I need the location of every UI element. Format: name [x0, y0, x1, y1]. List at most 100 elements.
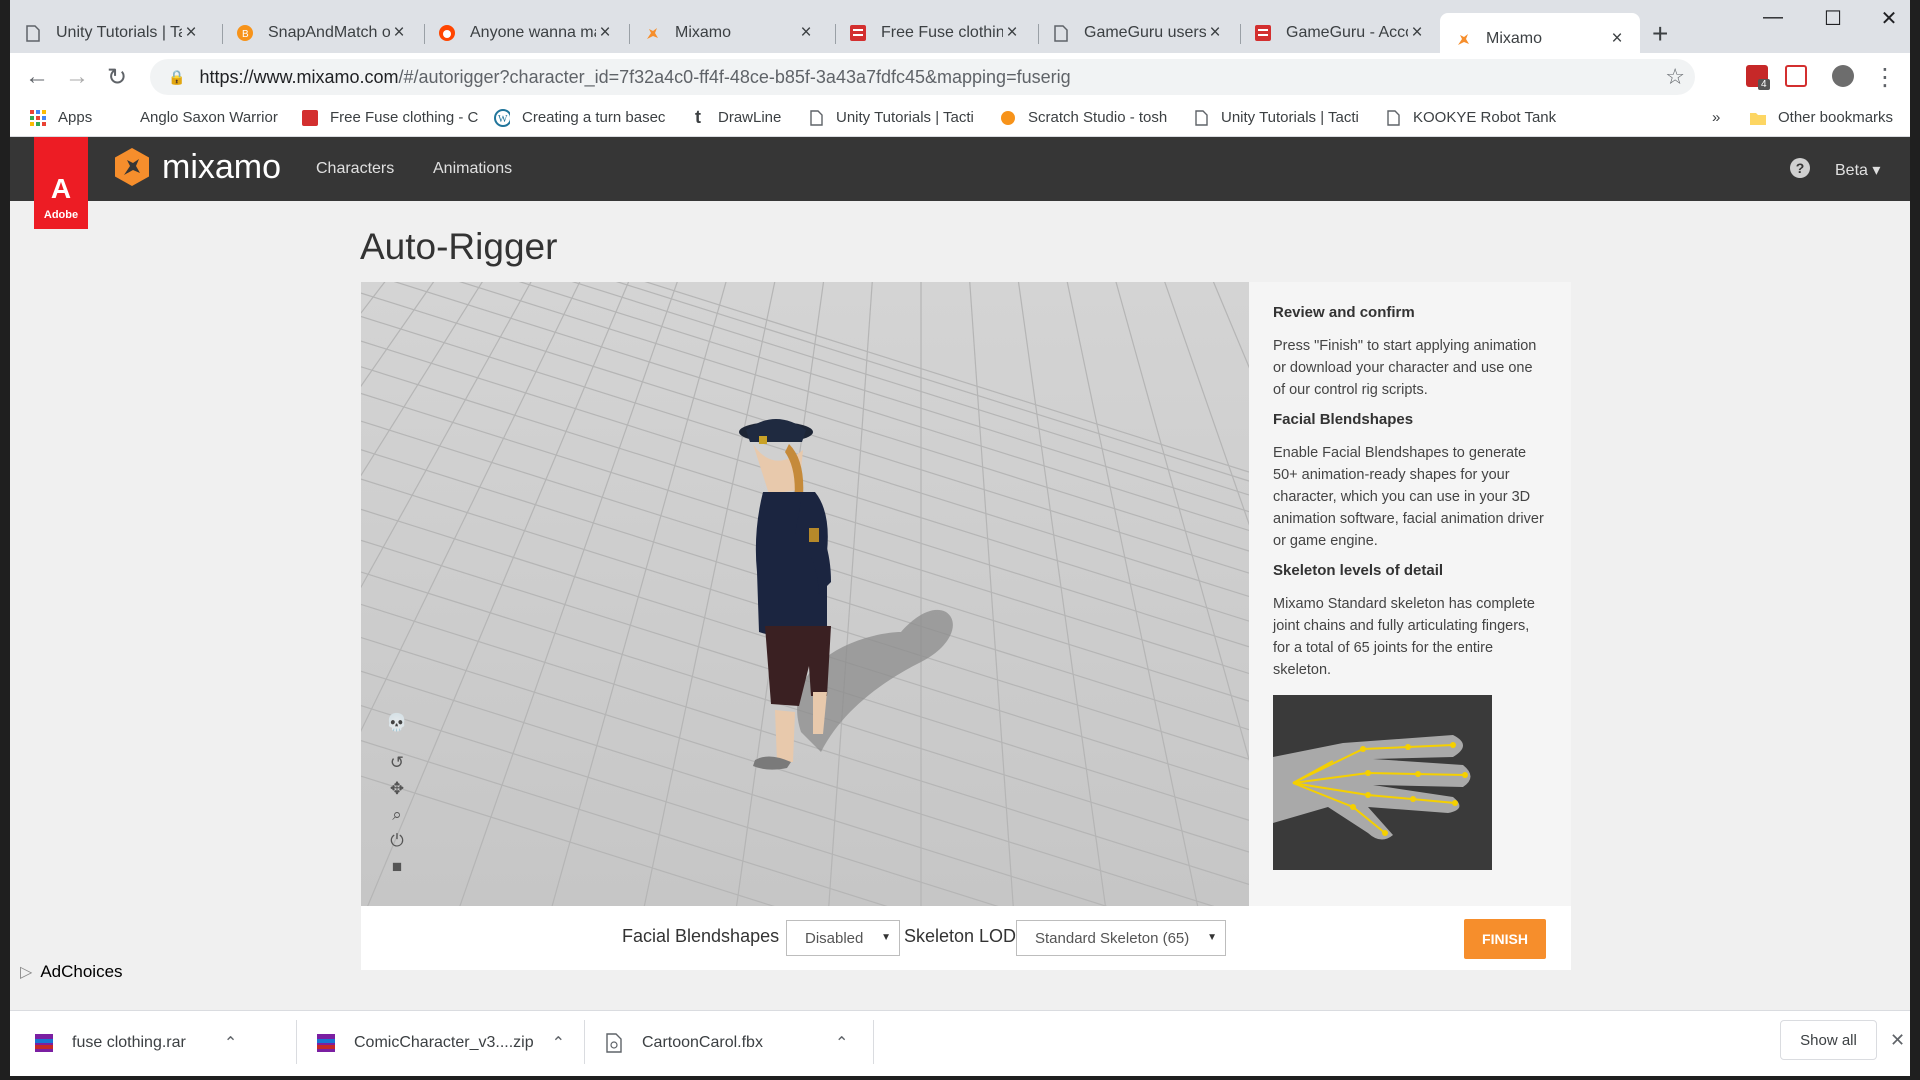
close-icon[interactable]: × — [797, 22, 815, 44]
skeleton-toggle-icon[interactable]: 💀 — [386, 712, 408, 734]
bookmark-label: Apps — [58, 109, 93, 126]
close-icon[interactable]: × — [1408, 22, 1426, 44]
review-text: Press "Finish" to start applying animati… — [1273, 338, 1537, 398]
svg-text:W: W — [498, 114, 508, 125]
bookmark-label: Anglo Saxon Warrior — [140, 109, 278, 126]
bookmark-label: KOOKYE Robot Tank — [1413, 109, 1557, 126]
bookmark-label: Unity Tutorials | Tacti — [836, 109, 974, 126]
reset-view-icon[interactable]: ↺ — [386, 752, 408, 774]
back-button[interactable]: ← — [22, 63, 52, 91]
bookmark-scratch[interactable]: Scratch Studio - tosh — [1000, 109, 1167, 126]
apps-grid-icon — [30, 109, 46, 126]
skeleton-lod-select[interactable]: Standard Skeleton (65) ▼ — [1016, 920, 1226, 956]
nav-animations[interactable]: Animations — [433, 160, 512, 178]
address-bar[interactable]: 🔒 https://www.mixamo.com/#/autorigger?ch… — [150, 59, 1695, 95]
show-all-button[interactable]: Show all — [1780, 1020, 1877, 1060]
chevron-up-icon[interactable]: ⌃ — [835, 1033, 848, 1053]
3d-viewport[interactable] — [361, 282, 1249, 906]
close-icon[interactable]: × — [1608, 28, 1626, 50]
tab-unity-tutorials[interactable]: Unity Tutorials | Ta × — [10, 13, 214, 53]
minimize-button[interactable]: — — [1750, 6, 1796, 29]
tab-title: Anyone wanna ma — [470, 24, 596, 41]
help-icon[interactable]: ? — [1790, 158, 1810, 178]
wordpress-icon: W — [494, 108, 510, 127]
beta-menu[interactable]: Beta ▾ — [1835, 160, 1880, 180]
tab-gameguru-users[interactable]: GameGuru users - × — [1038, 13, 1238, 53]
bookmark-kookye[interactable]: KOOKYE Robot Tank — [1385, 109, 1556, 126]
skeleton-hand-image — [1273, 695, 1492, 870]
camera-icon[interactable]: ■ — [386, 856, 408, 878]
bookmark-label: Creating a turn basec — [522, 109, 666, 126]
chevron-up-icon[interactable]: ⌃ — [552, 1033, 565, 1053]
finish-button[interactable]: FINISH — [1464, 919, 1546, 959]
close-icon[interactable]: × — [182, 22, 200, 44]
tab-title: Mixamo — [675, 24, 732, 41]
gameguru-icon — [849, 24, 867, 42]
tab-free-fuse[interactable]: Free Fuse clothing × — [835, 13, 1035, 53]
adobe-logo[interactable]: A Adobe — [34, 137, 88, 229]
forward-button[interactable]: → — [62, 63, 92, 91]
mixamo-hex-icon — [115, 148, 149, 186]
mixamo-icon — [1454, 30, 1472, 48]
zip-archive-icon — [317, 1034, 335, 1052]
bookmark-unity-1[interactable]: Unity Tutorials | Tacti — [808, 109, 974, 126]
close-icon[interactable]: × — [596, 22, 614, 44]
mixamo-logo[interactable]: mixamo — [112, 147, 281, 187]
adchoices-icon: ▷ — [20, 964, 33, 981]
close-icon[interactable]: × — [1003, 22, 1021, 44]
new-tab-button[interactable]: + — [1652, 18, 1668, 50]
reload-button[interactable]: ↻ — [102, 63, 132, 92]
download-filename: CartoonCarol.fbx — [642, 1034, 763, 1051]
download-item[interactable]: ComicCharacter_v3....zip ⌃ — [316, 1010, 565, 1076]
page-icon — [24, 24, 42, 42]
extension-badge: 4 — [1758, 79, 1770, 90]
bookmark-other[interactable]: Other bookmarks — [1750, 109, 1893, 126]
download-item[interactable]: fuse clothing.rar ⌃ — [34, 1010, 237, 1076]
bookmark-turn-based[interactable]: W Creating a turn basec — [494, 108, 666, 127]
close-icon[interactable]: × — [390, 22, 408, 44]
facial-text: Enable Facial Blendshapes to generate 50… — [1273, 445, 1544, 549]
menu-kebab-icon[interactable]: ⋮ — [1870, 63, 1900, 92]
profile-avatar[interactable] — [1832, 65, 1854, 87]
bookmark-apps[interactable]: Apps — [30, 109, 92, 126]
bookmarks-overflow[interactable]: » — [1712, 109, 1720, 126]
adchoices-label: AdChoices — [40, 962, 123, 981]
chevron-up-icon[interactable]: ⌃ — [224, 1033, 237, 1053]
bookmark-label: DrawLine — [718, 109, 782, 126]
skeleton-text: Mixamo Standard skeleton has complete jo… — [1273, 596, 1535, 678]
url-text: https://www.mixamo.com/#/autorigger?char… — [199, 66, 1071, 87]
lock-icon: 🔒 — [168, 68, 186, 85]
pan-icon[interactable]: ✥ — [386, 778, 408, 800]
page-icon — [1193, 109, 1209, 126]
mixamo-icon — [643, 24, 661, 42]
window-close-button[interactable]: ✕ — [1866, 6, 1912, 31]
nav-characters[interactable]: Characters — [316, 160, 394, 178]
tab-mixamo-1[interactable]: Mixamo × — [629, 13, 829, 53]
extension-pocket-icon[interactable] — [1785, 65, 1807, 87]
tab-snapandmatch[interactable]: B SnapAndMatch on × — [222, 13, 422, 53]
adchoices-link[interactable]: ▷ AdChoices — [20, 962, 123, 982]
bookmark-free-fuse[interactable]: Free Fuse clothing - C — [302, 109, 478, 126]
zoom-icon[interactable]: ⌕ — [386, 804, 408, 826]
skeleton-lod-value: Standard Skeleton (65) — [1035, 929, 1190, 947]
tab-title: Mixamo — [1486, 30, 1543, 47]
review-heading: Review and confirm — [1273, 304, 1415, 321]
page-title: Auto-Rigger — [360, 226, 558, 267]
bookmark-drawline[interactable]: t DrawLine — [690, 107, 782, 127]
downloads-bar — [10, 1010, 1910, 1076]
tab-gameguru-account[interactable]: GameGuru - Acco × — [1240, 13, 1440, 53]
close-icon[interactable]: × — [1206, 22, 1224, 44]
close-downloads-icon[interactable]: ✕ — [1890, 1030, 1905, 1051]
bookmark-anglo-saxon[interactable]: Anglo Saxon Warrior — [140, 109, 278, 126]
bookmark-star-icon[interactable]: ☆ — [1665, 64, 1685, 90]
bookmark-label: Other bookmarks — [1778, 109, 1894, 126]
bookmark-unity-2[interactable]: Unity Tutorials | Tacti — [1193, 109, 1359, 126]
maximize-button[interactable]: ☐ — [1810, 6, 1856, 31]
power-icon[interactable]: ⏻ — [386, 830, 408, 852]
facial-blendshapes-label: Facial Blendshapes — [622, 926, 780, 946]
download-item[interactable]: CartoonCarol.fbx ⌃ — [604, 1010, 848, 1076]
bookmark-label: Unity Tutorials | Tacti — [1221, 109, 1359, 126]
tab-reddit[interactable]: Anyone wanna ma × — [424, 13, 628, 53]
bookmark-label: Scratch Studio - tosh — [1028, 109, 1168, 126]
facial-blendshapes-select[interactable]: Disabled ▼ — [786, 920, 900, 956]
